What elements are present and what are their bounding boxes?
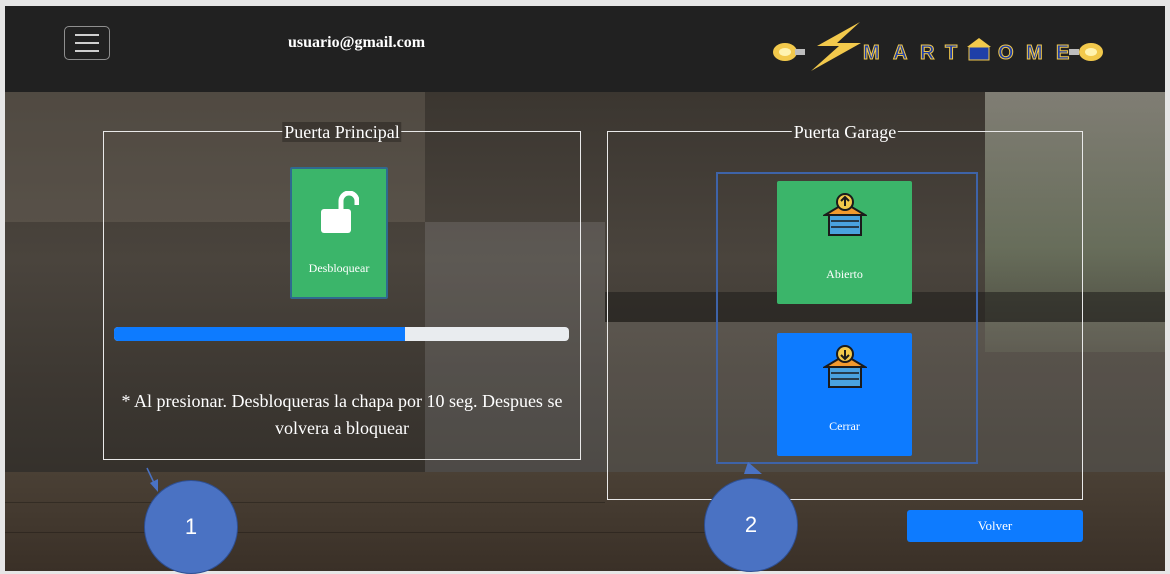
floor-line: [5, 532, 705, 533]
hamburger-icon-line: [75, 34, 99, 36]
garage-close-button[interactable]: Cerrar: [777, 333, 912, 456]
unlock-progress-bar: [114, 327, 569, 341]
garage-open-label: Abierto: [826, 267, 863, 281]
unlock-button-label: Desbloquear: [308, 261, 370, 275]
floor-line: [5, 502, 605, 503]
svg-text:M: M: [1026, 42, 1043, 64]
main-door-title: Puerta Principal: [282, 122, 402, 142]
garage-door-title: Puerta Garage: [791, 122, 899, 142]
unlock-progress-fill: [114, 327, 406, 341]
top-navbar: usuario@gmail.com M A R T O M E: [5, 6, 1165, 92]
garage-open-button[interactable]: Abierto: [777, 181, 912, 304]
callout-2: 2: [704, 478, 798, 572]
back-button[interactable]: Volver: [907, 510, 1083, 542]
svg-text:E: E: [1056, 42, 1069, 64]
svg-text:R: R: [920, 42, 935, 64]
user-email: usuario@gmail.com: [288, 34, 426, 51]
garage-close-icon: [823, 345, 867, 388]
hamburger-icon-line: [75, 50, 99, 52]
callout-1: 1: [144, 480, 238, 574]
svg-text:M: M: [863, 42, 880, 64]
svg-text:O: O: [998, 42, 1014, 64]
unlocked-padlock-icon: [321, 191, 359, 233]
hamburger-icon-line: [75, 42, 99, 44]
smarthome-logo: M A R T O M E: [773, 22, 1103, 71]
unlock-note: * Al presionar. Desbloqueras la chapa po…: [121, 391, 563, 438]
garage-open-icon: [823, 193, 867, 236]
unlock-button[interactable]: Desbloquear: [290, 167, 388, 299]
svg-text:A: A: [893, 42, 907, 64]
menu-toggle-button[interactable]: [64, 26, 110, 60]
svg-text:T: T: [945, 42, 957, 64]
garage-close-label: Cerrar: [829, 419, 860, 433]
